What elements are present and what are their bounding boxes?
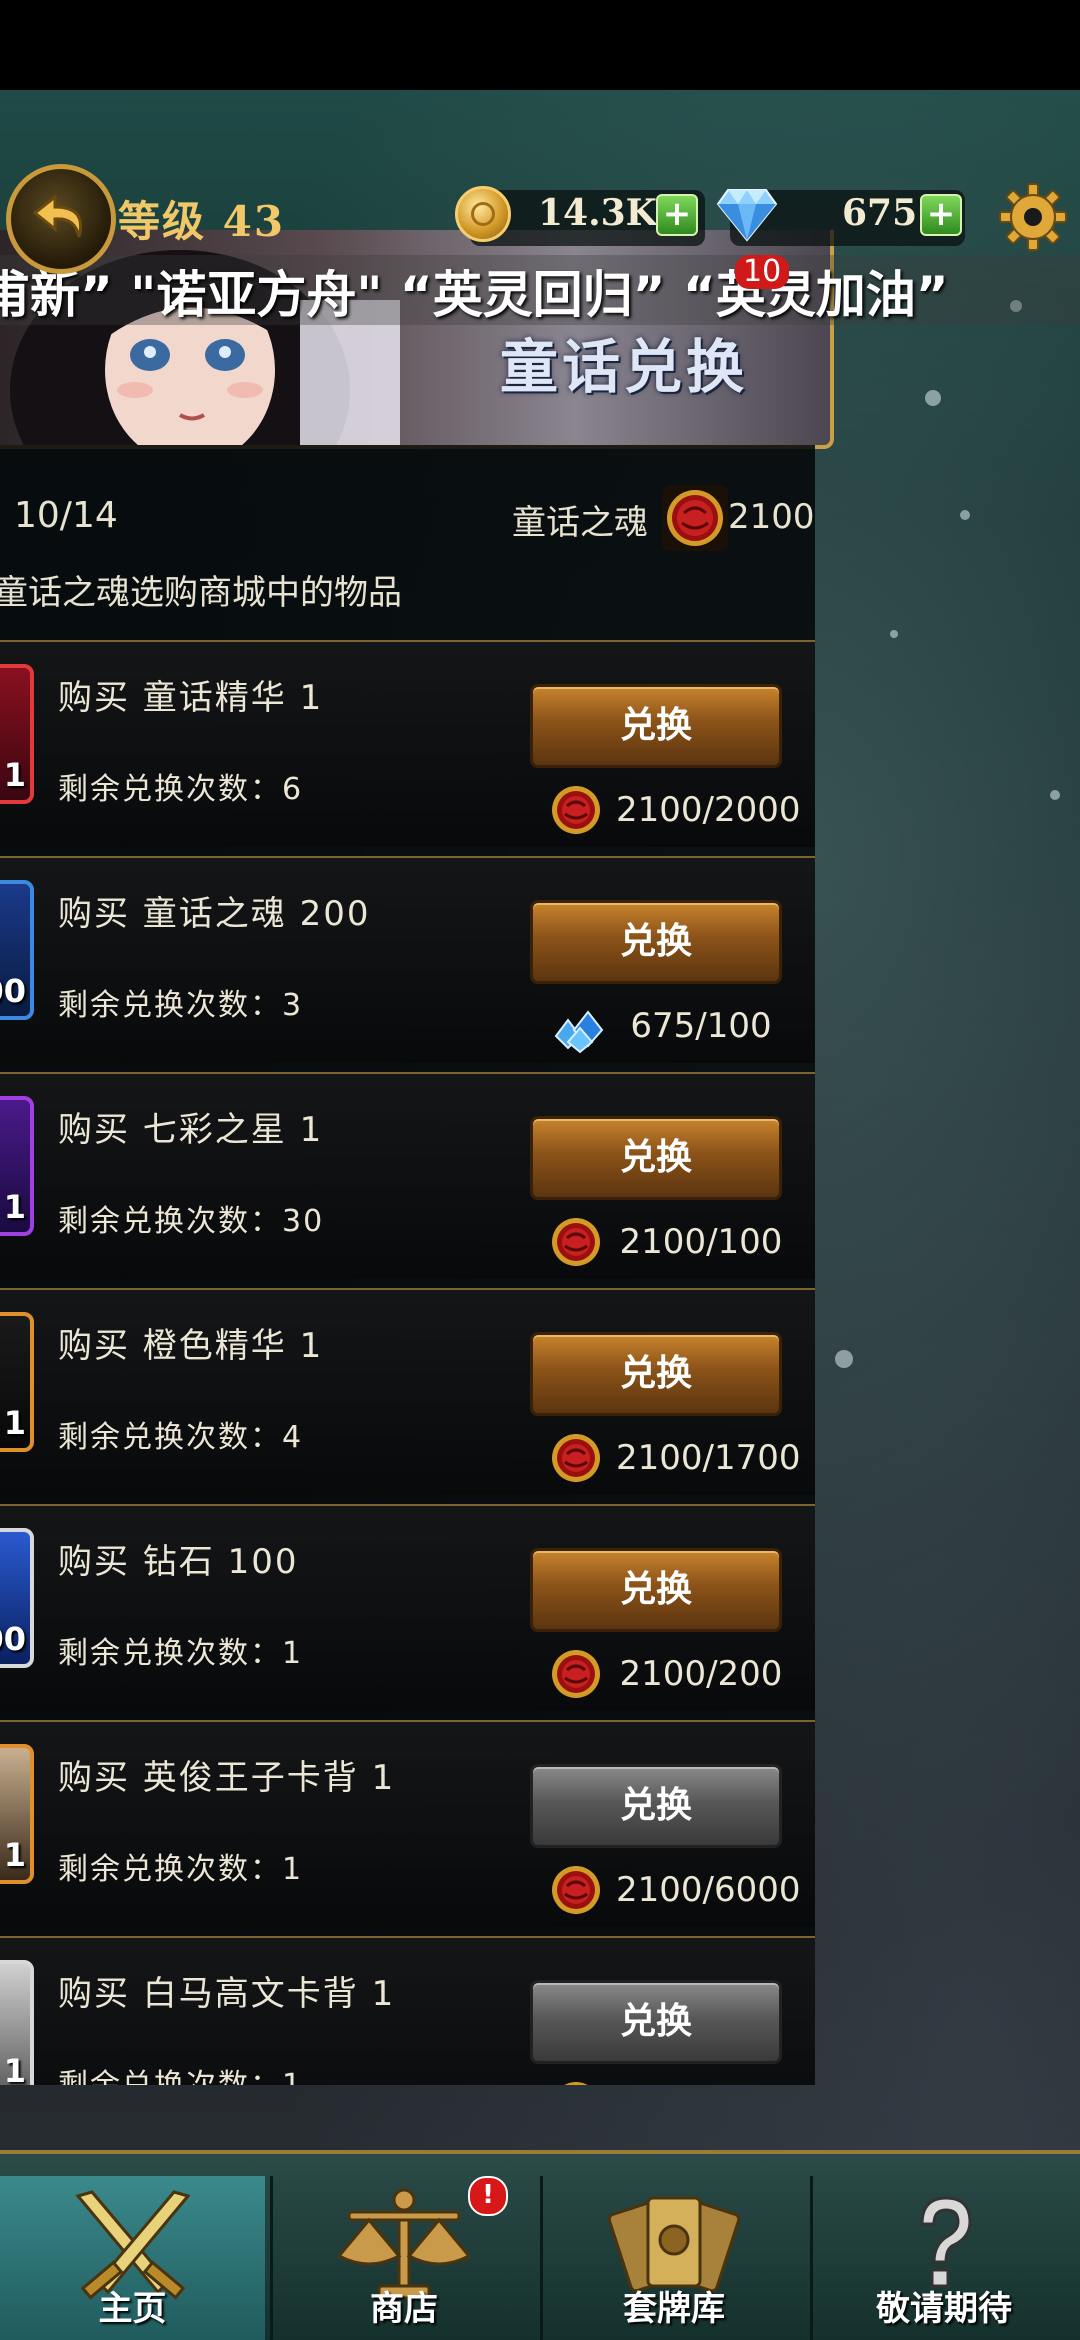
gold-value: 14.3K xyxy=(538,192,657,234)
item-quantity: 1 xyxy=(3,1836,26,1874)
item-cost: 2100/1700 xyxy=(616,1438,801,1478)
announcement-marquee: 甫新” "诺亚方舟" “英灵回归” “英灵加油” xyxy=(0,255,1080,325)
list-item: 1 购买 七彩之星 1 剩余兑换次数：30 兑换 2100/100 xyxy=(0,1072,815,1279)
list-item: 1 购买 英俊王子卡背 1 剩余兑换次数：1 兑换 2100/6000 xyxy=(0,1720,815,1927)
soul-orb-icon xyxy=(548,2078,604,2085)
item-title: 购买 白马高文卡背 1 xyxy=(58,1974,396,2014)
item-title: 购买 钻石 100 xyxy=(58,1542,299,1582)
item-remaining-count: 剩余兑换次数：1 xyxy=(58,1636,304,1671)
tab-deck-label: 套牌库 xyxy=(623,2289,725,2329)
exchange-button[interactable]: 兑换 xyxy=(530,1764,782,1848)
list-item: 1 购买 童话精华 1 剩余兑换次数：6 兑换 2100/2000 xyxy=(0,640,815,847)
item-thumbnail: 1 xyxy=(0,664,34,804)
item-cost: 2100/2000 xyxy=(616,790,801,830)
exchange-button[interactable]: 兑换 xyxy=(530,1116,782,1200)
item-thumbnail: 1 xyxy=(0,1312,34,1452)
item-thumbnail: 00 xyxy=(0,1528,34,1668)
item-cost: 2100/6000 xyxy=(616,1870,801,1910)
exchange-button[interactable]: 兑换 xyxy=(530,1332,782,1416)
gem-value: 675 xyxy=(842,192,918,234)
item-cost: 675/100 xyxy=(630,1006,772,1046)
list-item: 1 购买 白马高文卡背 1 剩余兑换次数：1 兑换 xyxy=(0,1936,815,2085)
soul-currency-label: 童话之魂 xyxy=(512,503,648,543)
item-title: 购买 童话之魂 200 xyxy=(58,894,371,934)
exchange-progress: 10/14 xyxy=(14,495,118,536)
item-remaining-count: 剩余兑换次数：6 xyxy=(58,772,304,807)
shop-alert-badge: ! xyxy=(468,2176,508,2216)
app-screen: 童话兑换 甫新” "诺亚方舟" “英灵回归” “英灵加油” 10 等级 43 1… xyxy=(0,0,1080,2340)
tab-home-label: 主页 xyxy=(98,2289,167,2329)
item-quantity: 1 xyxy=(3,2052,26,2085)
item-remaining-count: 剩余兑换次数：30 xyxy=(58,1204,325,1239)
soul-currency-value: 2100 xyxy=(728,497,815,537)
item-thumbnail: 1 xyxy=(0,1960,34,2085)
item-quantity: 1 xyxy=(3,1404,26,1442)
back-arrow-icon xyxy=(32,193,82,238)
item-quantity: 00 xyxy=(0,972,26,1010)
item-title: 购买 橙色精华 1 xyxy=(58,1326,324,1366)
exchange-button[interactable]: 兑换 xyxy=(530,1548,782,1632)
gold-coin-icon xyxy=(455,186,511,242)
item-thumbnail: 1 xyxy=(0,1744,34,1884)
list-item: 00 购买 童话之魂 200 剩余兑换次数：3 兑换 675/100 xyxy=(0,856,815,1063)
item-remaining-count: 剩余兑换次数：4 xyxy=(58,1420,304,1455)
soul-orb-icon xyxy=(548,1214,604,1274)
add-gold-button[interactable]: + xyxy=(656,194,698,236)
exchange-button[interactable]: 兑换 xyxy=(530,684,782,768)
tab-coming-soon-label: 敬请期待 xyxy=(876,2289,1012,2329)
top-bar: 等级 43 14.3K + 675 + xyxy=(0,164,1080,274)
exchange-panel: 10/14 童话之魂 2100 童话之魂选购商城中的物品 1 购买 童话精华 1 剩… xyxy=(0,445,815,2085)
item-remaining-count: 剩余兑换次数：1 xyxy=(58,2060,303,2085)
marquee-text: 甫新” "诺亚方舟" “英灵回归” “英灵加油” xyxy=(0,266,949,324)
list-item: 1 购买 橙色精华 1 剩余兑换次数：4 兑换 2100/1700 xyxy=(0,1288,815,1495)
tab-shop-label: 商店 xyxy=(370,2289,438,2329)
item-quantity: 00 xyxy=(0,1620,26,1658)
item-quantity: 1 xyxy=(3,756,26,794)
tab-coming-soon[interactable]: 敬请期待 xyxy=(810,2176,1075,2340)
item-cost: 2100/200 xyxy=(619,1654,783,1694)
settings-gear-icon[interactable] xyxy=(998,182,1068,252)
back-button[interactable] xyxy=(6,164,116,274)
player-level: 等级 43 xyxy=(118,197,286,246)
item-quantity: 1 xyxy=(3,1188,26,1226)
exchange-button[interactable]: 兑换 xyxy=(530,900,782,984)
gem-pile-icon xyxy=(548,998,608,1058)
exchange-button[interactable]: 兑换 xyxy=(530,1980,782,2064)
banner-title: 童话兑换 xyxy=(500,333,749,401)
item-cost: 2100/100 xyxy=(619,1222,783,1262)
soul-orb-icon xyxy=(548,782,604,842)
add-gem-button[interactable]: + xyxy=(920,194,962,236)
item-remaining-count: 剩余兑换次数：3 xyxy=(58,988,304,1023)
bottom-navigation: 主页 商店 套牌库 敬请期待 xyxy=(0,2150,1080,2340)
tab-deck[interactable]: 套牌库 xyxy=(540,2176,805,2340)
item-title: 购买 童话精华 1 xyxy=(58,678,324,718)
item-title: 购买 七彩之星 1 xyxy=(58,1110,324,1150)
soul-orb-icon xyxy=(548,1862,604,1922)
item-thumbnail: 00 xyxy=(0,880,34,1020)
item-remaining-count: 剩余兑换次数：1 xyxy=(58,1852,304,1887)
marquee-badge: 10 xyxy=(735,255,790,289)
panel-description: 童话之魂选购商城中的物品 xyxy=(0,573,402,613)
soul-orb-icon xyxy=(548,1646,604,1706)
item-title: 购买 英俊王子卡背 1 xyxy=(58,1758,396,1798)
status-bar xyxy=(0,0,1080,90)
list-item: 00 购买 钻石 100 剩余兑换次数：1 兑换 2100/200 xyxy=(0,1504,815,1711)
diamond-icon xyxy=(716,189,778,242)
soul-orb-icon xyxy=(662,485,728,551)
item-thumbnail: 1 xyxy=(0,1096,34,1236)
panel-header: 10/14 童话之魂 2100 童话之魂选购商城中的物品 xyxy=(0,445,815,645)
tab-home[interactable]: 主页 xyxy=(0,2176,265,2340)
soul-orb-icon xyxy=(548,1430,604,1490)
